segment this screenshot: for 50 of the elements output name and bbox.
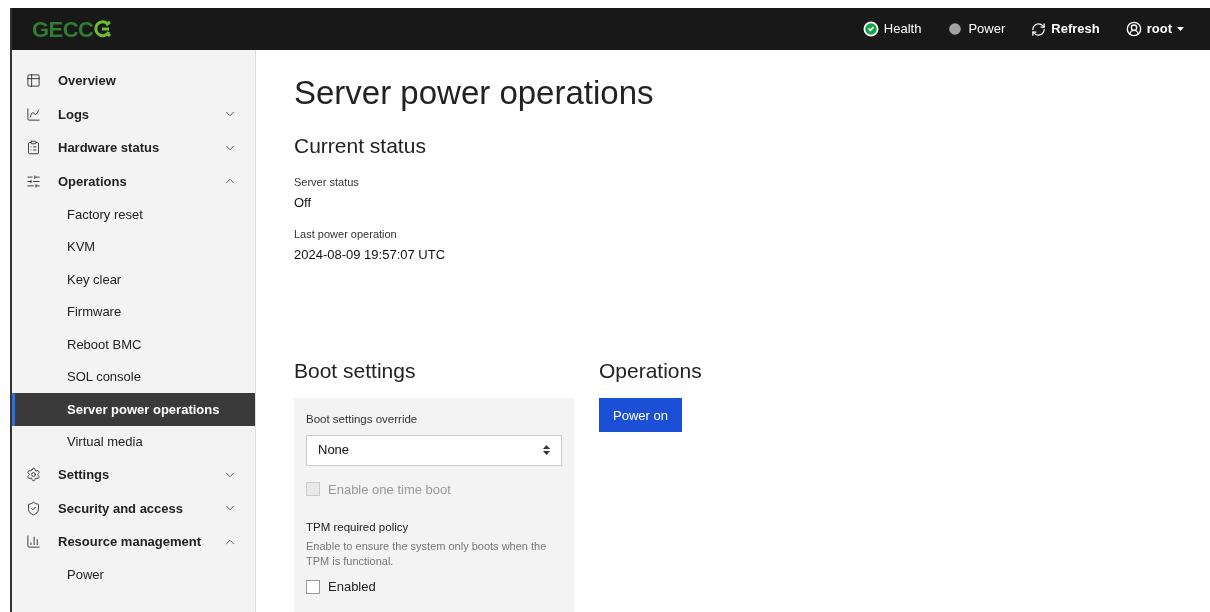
field-value: Off (294, 194, 313, 213)
nav-subitem[interactable]: SOL console (12, 360, 255, 393)
policy-description: Enable to ensure the system only boots when the TPM is functional. (306, 539, 548, 570)
dashboard-icon (26, 73, 41, 89)
settings-icon (26, 467, 41, 483)
nav-item[interactable]: Overview (12, 64, 255, 98)
nav-item[interactable]: Logs (12, 97, 255, 131)
nav-subitem[interactable]: Power (12, 558, 255, 591)
select-field[interactable]: None (306, 434, 562, 466)
nav-subitem[interactable]: Server power operations (12, 393, 255, 426)
field-label: Server status (294, 174, 360, 190)
section-heading: Boot settings (294, 357, 417, 384)
bar-chart-icon (26, 534, 41, 550)
nav-item[interactable]: Settings (12, 458, 255, 492)
policy-heading: TPM required policy (306, 520, 410, 535)
section-heading: Operations (599, 357, 702, 384)
user-menu[interactable]: root (1125, 19, 1184, 39)
nav-item[interactable]: Operations (12, 164, 255, 198)
caret-icon (1177, 26, 1184, 32)
chart-icon (26, 106, 41, 122)
power-button[interactable]: Power (947, 19, 1006, 39)
check-circle-icon (862, 21, 879, 37)
health-button[interactable]: Health (862, 19, 922, 39)
checkbox-label: Enable one time boot (328, 480, 451, 499)
power-on-button[interactable]: Power on (599, 398, 682, 433)
nav-subitem[interactable]: Factory reset (12, 198, 255, 231)
nav-subitem[interactable]: Key clear (12, 263, 255, 296)
nav-subitem[interactable]: KVM (12, 230, 255, 263)
field-label: Boot settings override (306, 412, 419, 428)
nav-item[interactable]: Hardware status (12, 131, 255, 165)
clipboard-icon (26, 140, 41, 156)
field-value: 2024-08-09 19:57:07 UTC (294, 246, 447, 265)
nav-subitem[interactable]: Reboot BMC (12, 328, 255, 361)
sort-arrows-icon (543, 445, 550, 455)
shield-icon (26, 500, 41, 516)
user-icon (1125, 21, 1142, 37)
sliders-icon (26, 173, 41, 189)
checkbox-label: Enabled (328, 578, 376, 597)
page-title: Server power operations (294, 73, 655, 113)
nav-item[interactable]: Security and access (12, 491, 255, 525)
refresh-icon (1031, 21, 1047, 37)
nav-item[interactable]: Resource management (12, 525, 255, 559)
field-label: Last power operation (294, 226, 398, 242)
nav-subitem[interactable]: Firmware (12, 295, 255, 328)
nav-subitem[interactable]: Virtual media (12, 425, 255, 458)
swirl-icon (93, 19, 114, 39)
power-status-icon (947, 21, 964, 37)
section-heading: Current status (294, 133, 427, 160)
refresh-button[interactable]: Refresh (1031, 19, 1100, 39)
checkbox[interactable] (306, 580, 320, 594)
